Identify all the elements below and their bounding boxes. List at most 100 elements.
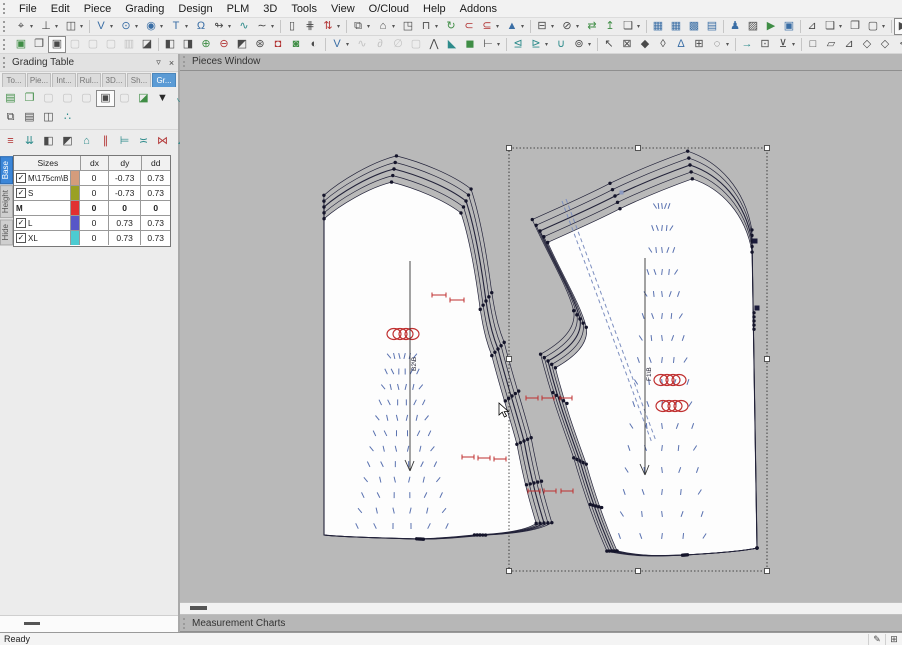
toolbar1-icon-14[interactable]: ▯ <box>283 18 301 35</box>
menu-3d[interactable]: 3D <box>256 3 284 15</box>
toolbar2-icon-4[interactable]: ▢ <box>66 36 84 53</box>
toolbar1-dropdown-31[interactable]: ▾ <box>637 23 644 30</box>
toolbar1-icon-23[interactable]: ⊂ <box>460 18 478 35</box>
panel-tab-gr[interactable]: Gr... <box>152 73 176 87</box>
size-dx-value[interactable]: 0 <box>80 231 109 245</box>
toolbar1-icon-25[interactable]: ▲ <box>503 18 521 35</box>
panel-horizontal-scrollbar[interactable] <box>0 615 178 632</box>
size-dx-value[interactable]: 0 <box>80 201 109 215</box>
menu-design[interactable]: Design <box>171 3 219 15</box>
toolbar2-icon-18[interactable]: ◐ <box>305 36 323 53</box>
canvas-scroll-thumb[interactable] <box>190 606 207 610</box>
toolbar2-icon-6[interactable]: ▢ <box>102 36 120 53</box>
pattern-piece-back[interactable]: B2\B <box>322 154 553 541</box>
toolbar1-dropdown-25[interactable]: ▾ <box>521 23 528 30</box>
toolbar2-icon-12[interactable]: ⊕ <box>197 36 215 53</box>
measurement-charts-grip[interactable] <box>183 618 188 629</box>
toolbar2-icon-51[interactable]: ◇ <box>876 36 894 53</box>
toolbar2-icon-14[interactable]: ◩ <box>233 36 251 53</box>
toolbar2-icon-8[interactable]: ◪ <box>138 36 156 53</box>
gpanel-tb2-icon-2[interactable]: ▤ <box>20 109 39 126</box>
toolbar1-icon-28[interactable]: ⊘ <box>558 18 576 35</box>
toolbar1-icon-24[interactable]: ⊆ <box>478 18 496 35</box>
toolbar2-dropdown-20[interactable]: ▾ <box>346 41 353 48</box>
toolbar2-icon-27[interactable]: ◼ <box>461 36 479 53</box>
toolbar1-dropdown-21[interactable]: ▾ <box>435 23 442 30</box>
size-dd-value[interactable]: 0.73 <box>141 171 170 185</box>
toolbar1-icon-1[interactable]: ⌖ <box>12 18 30 35</box>
size-row-m[interactable]: ✓M\175cm\B0-0.730.73 <box>14 171 170 186</box>
toolbar1-dropdown-7[interactable]: ▾ <box>160 23 167 30</box>
toolbar2-dropdown-33[interactable]: ▾ <box>588 41 595 48</box>
panel-tab-sh[interactable]: Sh... <box>127 73 151 87</box>
gpanel-tb3-icon-8[interactable]: ≍ <box>134 133 153 150</box>
size-dx-value[interactable]: 0 <box>80 186 109 200</box>
menu-addons[interactable]: Addons <box>453 3 504 15</box>
gpanel-tb2-icon-3[interactable]: ◫ <box>39 109 58 126</box>
gpanel-tb3-icon-6[interactable]: ∥ <box>96 133 115 150</box>
menu-grading[interactable]: Grading <box>118 3 171 15</box>
pin-icon[interactable]: ▿ <box>152 57 165 68</box>
toolbar1-icon-2[interactable]: ⊥ <box>37 18 55 35</box>
toolbar2-icon-49[interactable]: ⊿ <box>840 36 858 53</box>
toolbar2-icon-24[interactable]: ▢ <box>407 36 425 53</box>
toolbar1-icon-21[interactable]: ⊓ <box>417 18 435 35</box>
toolbar1-dropdown-46[interactable]: ▾ <box>882 23 889 30</box>
toolbar1-icon-30[interactable]: ↥ <box>601 18 619 35</box>
size-dx-value[interactable]: 0 <box>80 216 109 230</box>
gpanel-tb1-icon-6[interactable]: ▣ <box>96 90 115 107</box>
panel-tab-int[interactable]: Int... <box>52 73 76 87</box>
toolbar2-icon-28[interactable]: ⊢ <box>479 36 497 53</box>
menu-view[interactable]: View <box>324 3 362 15</box>
toolbar1-icon-29[interactable]: ⇄ <box>583 18 601 35</box>
toolbar1-dropdown-5[interactable]: ▾ <box>110 23 117 30</box>
size-checkbox[interactable]: ✓ <box>16 188 26 198</box>
grading-panel-grip[interactable] <box>3 57 8 68</box>
toolbar1-icon-9[interactable]: Ω <box>192 18 210 35</box>
gpanel-tb3-icon-7[interactable]: ⊨ <box>115 133 134 150</box>
panel-tab-3d[interactable]: 3D... <box>102 73 126 87</box>
toolbar1-dropdown-44[interactable]: ▾ <box>839 23 846 30</box>
toolbar1-icon-11[interactable]: ∿ <box>235 18 253 35</box>
panel-tab-pie[interactable]: Pie... <box>27 73 51 87</box>
toolbar1-dropdown-27[interactable]: ▾ <box>551 23 558 30</box>
size-checkbox[interactable]: ✓ <box>16 233 26 243</box>
toolbar2-icon-38[interactable]: ◊ <box>654 36 672 53</box>
toolbar1-dropdown-1[interactable]: ▾ <box>30 23 37 30</box>
gpanel-tb1-icon-8[interactable]: ◪ <box>134 90 153 107</box>
toolbar2-icon-17[interactable]: ◙ <box>287 36 305 53</box>
toolbar1-icon-36[interactable]: ▤ <box>703 18 721 35</box>
toolbar1-icon-43[interactable]: ⊿ <box>803 18 821 35</box>
menubar-grip[interactable] <box>3 3 8 14</box>
toolbar1-icon-31[interactable]: ❏ <box>619 18 637 35</box>
toolbar2-icon-1[interactable]: ▣ <box>12 36 30 53</box>
size-dd-value[interactable]: 0 <box>141 201 170 215</box>
measurement-charts-header[interactable]: Measurement Charts <box>180 615 902 632</box>
toolbar2-icon-16[interactable]: ◘ <box>269 36 287 53</box>
size-row-l[interactable]: ✓L00.730.73 <box>14 216 170 231</box>
toolbar2-icon-41[interactable]: ◌ <box>708 36 726 53</box>
size-checkbox[interactable]: ✓ <box>16 173 26 183</box>
toolbar1-dropdown-6[interactable]: ▾ <box>135 23 142 30</box>
toolbar1-icon-38[interactable]: ♟ <box>726 18 744 35</box>
toolbar1-icon-20[interactable]: ◳ <box>399 18 417 35</box>
toolbar2-dropdown-31[interactable]: ▾ <box>545 41 552 48</box>
toolbar1-icon-34[interactable]: ▦ <box>667 18 685 35</box>
toolbar2-icon-20[interactable]: V <box>328 36 346 53</box>
gpanel-tb3-icon-5[interactable]: ⌂ <box>77 133 96 150</box>
toolbar1-icon-44[interactable]: ❏ <box>821 18 839 35</box>
menu-file[interactable]: File <box>12 3 44 15</box>
toolbar1-icon-16[interactable]: ⇅ <box>319 18 337 35</box>
size-dy-value[interactable]: 0.73 <box>109 216 142 230</box>
toolbar1-icon-8[interactable]: T <box>167 18 185 35</box>
panel-scroll-thumb[interactable] <box>24 622 40 625</box>
toolbar1-dropdown-19[interactable]: ▾ <box>392 23 399 30</box>
toolbar2-icon-5[interactable]: ▢ <box>84 36 102 53</box>
menu-piece[interactable]: Piece <box>77 3 119 15</box>
menu-ocloud[interactable]: O/Cloud <box>362 3 416 15</box>
toolbar2-dropdown-28[interactable]: ▾ <box>497 41 504 48</box>
toolbar2-icon-48[interactable]: ▱ <box>822 36 840 53</box>
toolbar2-icon-36[interactable]: ⊠ <box>618 36 636 53</box>
toolbar2-icon-50[interactable]: ◇ <box>858 36 876 53</box>
toolbar1-icon-48[interactable]: ▶ <box>894 18 902 35</box>
